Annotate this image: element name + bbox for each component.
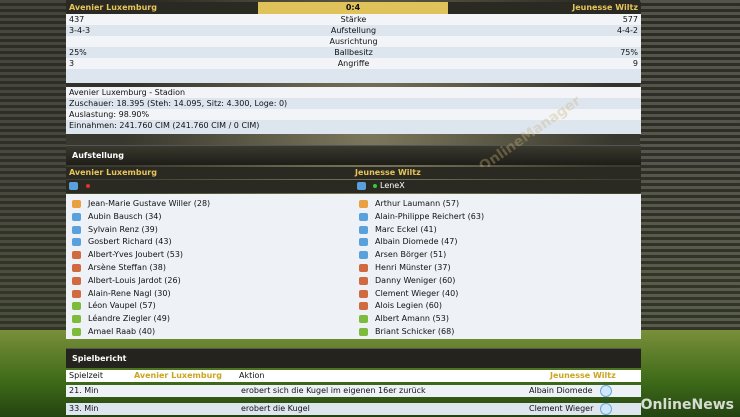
player-name[interactable]: Léandre Ziegler (49)	[88, 313, 170, 325]
player-name[interactable]: Léon Vaupel (57)	[88, 300, 156, 312]
player-name[interactable]: Clement Wieger (40)	[375, 288, 458, 300]
player-shirt-icon	[359, 200, 368, 208]
player-shirt-icon	[359, 238, 368, 247]
lineup-team-row: Avenier Luxemburg Jeunesse Wiltz	[66, 167, 641, 179]
offline-status-icon	[86, 184, 90, 188]
report-row: 33. Min erobert die Kugel Clement Wieger	[66, 403, 641, 415]
ball-action-icon	[600, 385, 612, 397]
stat-row: 3 Angriffe 9	[66, 58, 641, 69]
player-shirt-icon	[72, 328, 81, 336]
player-name[interactable]: Alain-Philippe Reichert (63)	[375, 211, 484, 223]
home-manager-icon	[69, 182, 78, 190]
player-shirt-icon	[359, 212, 368, 221]
lineup-home-team[interactable]: Avenier Luxemburg	[69, 168, 157, 177]
player-shirt-icon	[72, 225, 81, 234]
player-shirt-icon	[72, 302, 81, 311]
player-name[interactable]: Amael Raab (40)	[88, 326, 155, 338]
lineup-list: Jean-Marie Gustave Willer (28) Aubin Baus…	[66, 194, 641, 339]
report-player[interactable]: Albain Diomede	[529, 385, 593, 397]
player-shirt-icon	[72, 212, 81, 221]
player-name[interactable]: Sylvain Renz (39)	[88, 224, 158, 236]
player-shirt-icon	[72, 264, 81, 272]
player-shirt-icon	[72, 238, 81, 247]
player-name[interactable]: Briant Schicker (68)	[375, 326, 454, 338]
player-name[interactable]: Aubin Bausch (34)	[88, 211, 162, 223]
report-columns: Spielzeit Avenier Luxemburg Aktion Jeune…	[66, 370, 641, 382]
watermark-logo: OnlineNews	[640, 397, 734, 413]
col-time: Spielzeit	[69, 371, 104, 380]
player-shirt-icon	[359, 225, 368, 234]
player-shirt-icon	[359, 251, 368, 260]
player-name[interactable]: Henri Münster (37)	[375, 262, 451, 274]
player-name[interactable]: Albert-Yves Joubert (53)	[88, 249, 183, 261]
player-name[interactable]: Albert-Louis Jardot (26)	[88, 275, 181, 287]
player-shirt-icon	[72, 315, 81, 324]
col-action: Aktion	[239, 371, 265, 380]
away-team-name[interactable]: Jeunesse Wiltz	[572, 3, 638, 12]
player-name[interactable]: Arsen Börger (51)	[375, 249, 446, 261]
col-away[interactable]: Jeunesse Wiltz	[550, 371, 616, 380]
player-shirt-icon	[72, 276, 81, 285]
online-status-icon	[373, 184, 377, 188]
player-shirt-icon	[359, 276, 368, 285]
stat-row: Ausrichtung	[66, 36, 641, 47]
stat-row: 3-4-3 Aufstellung 4-4-2	[66, 25, 641, 36]
ball-action-icon	[600, 403, 612, 415]
stat-row: 25% Ballbesitz 75%	[66, 47, 641, 58]
player-name[interactable]: Gosbert Richard (43)	[88, 236, 172, 248]
lineup-manager-row: LeneX	[66, 180, 641, 193]
player-shirt-icon	[72, 251, 81, 260]
col-home[interactable]: Avenier Luxemburg	[134, 371, 222, 380]
report-player[interactable]: Clement Wieger	[529, 403, 593, 415]
player-shirt-icon	[359, 328, 368, 336]
player-name[interactable]: Arthur Laumann (57)	[375, 198, 459, 210]
away-manager-icon	[357, 182, 366, 190]
report-row: 21. Min erobert sich die Kugel im eigene…	[66, 385, 641, 397]
player-shirt-icon	[359, 264, 368, 272]
stadium-name: Avenier Luxemburg - Stadion	[66, 87, 641, 98]
match-score: 0:4	[258, 2, 448, 14]
report-section-header: Spielbericht	[66, 348, 641, 368]
lineup-section-header: Aufstellung	[66, 145, 641, 165]
player-name[interactable]: Jean-Marie Gustave Willer (28)	[88, 198, 210, 210]
player-name[interactable]: Marc Eckel (41)	[375, 224, 437, 236]
stat-row: 437 Stärke 577	[66, 14, 641, 25]
player-shirt-icon	[72, 200, 81, 208]
player-name[interactable]: Danny Weniger (60)	[375, 275, 455, 287]
player-shirt-icon	[72, 289, 81, 298]
score-header: Avenier Luxemburg 0:4 Jeunesse Wiltz	[66, 2, 641, 14]
player-shirt-icon	[359, 315, 368, 324]
stat-spacer-row	[66, 69, 641, 83]
player-shirt-icon	[359, 289, 368, 298]
player-name[interactable]: Albert Amann (53)	[375, 313, 449, 325]
home-team-name[interactable]: Avenier Luxemburg	[69, 3, 157, 12]
player-name[interactable]: Alois Legien (60)	[375, 300, 442, 312]
player-shirt-icon	[359, 302, 368, 311]
player-name[interactable]: Alain-Rene Nagl (30)	[88, 288, 171, 300]
away-manager-name[interactable]: LeneX	[380, 181, 405, 190]
player-name[interactable]: Arsène Steffan (38)	[88, 262, 166, 274]
player-name[interactable]: Albain Diomede (47)	[375, 236, 457, 248]
lineup-away-team[interactable]: Jeunesse Wiltz	[355, 168, 421, 177]
